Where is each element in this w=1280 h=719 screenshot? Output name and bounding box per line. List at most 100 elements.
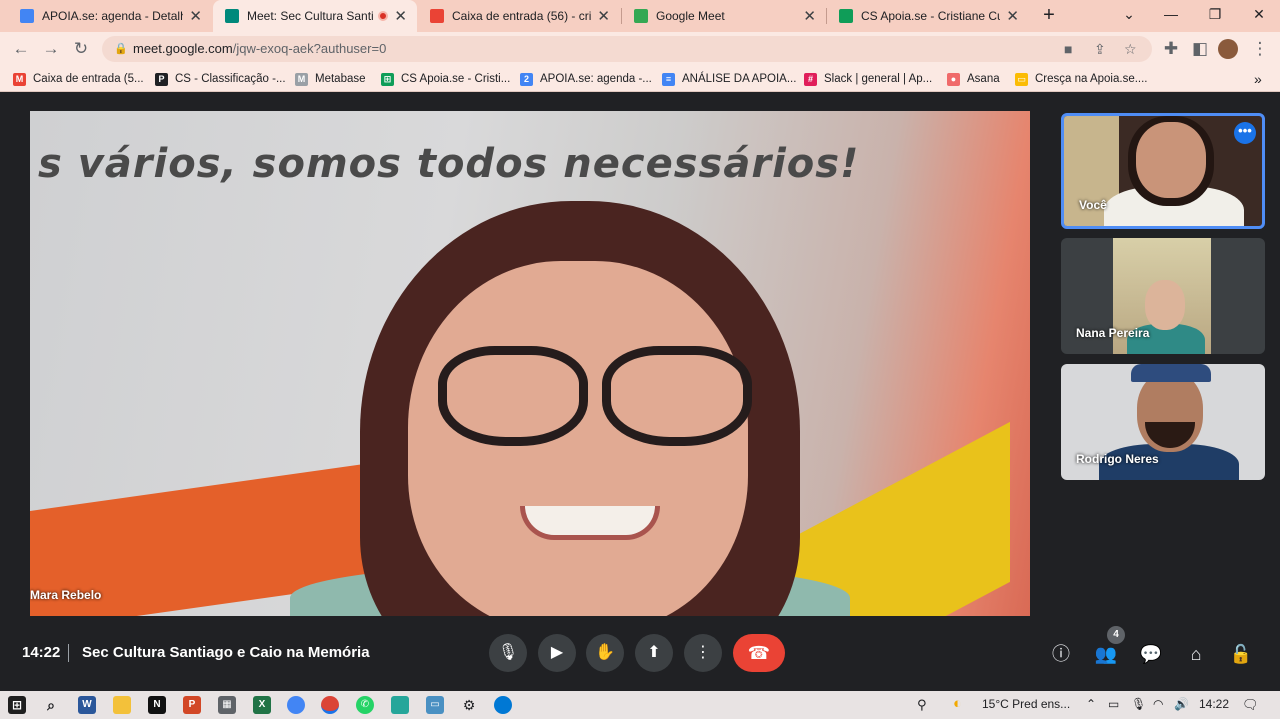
menu-icon[interactable]: ⋮ — [1249, 38, 1271, 60]
bookmarks-bar: M Caixa de entrada (5... P CS - Classifica… — [0, 66, 1280, 92]
more-options-icon[interactable]: ••• — [1234, 122, 1256, 144]
participant-tile-rodrigo[interactable]: Rodrigo Neres — [1061, 364, 1265, 480]
calendar-icon — [20, 9, 34, 23]
bookmark-label: Metabase — [315, 73, 366, 85]
bookmark-analise[interactable]: ≡ ANÁLISE DA APOIA... — [662, 71, 796, 87]
close-tab-icon[interactable]: ✕ — [394, 7, 407, 25]
share-icon[interactable]: ⇪ — [1094, 41, 1106, 58]
taskbar-clock[interactable]: 14:22 — [1199, 697, 1229, 711]
bookmark-metabase[interactable]: M Metabase — [295, 71, 366, 87]
tab-search-button[interactable]: ⌄ — [1107, 0, 1151, 30]
camera-in-use-icon[interactable]: ■ — [1064, 41, 1072, 57]
url-host: meet.google.com — [133, 41, 233, 56]
tab-google-meet[interactable]: Google Meet ✕ — [622, 0, 826, 32]
glasses-right — [602, 346, 752, 446]
main-video-tile[interactable]: s vários, somos todos necessários! Mara … — [30, 111, 1030, 616]
side-panel-icon[interactable]: ◧ — [1189, 38, 1211, 60]
excel-icon[interactable]: X — [253, 696, 271, 714]
more-options-button[interactable]: ⋮ — [684, 634, 722, 672]
notifications-icon[interactable]: 🗨 — [1242, 697, 1259, 713]
close-tab-icon[interactable]: ✕ — [189, 7, 202, 25]
whatsapp-icon[interactable]: ✆ — [356, 696, 374, 714]
chrome-active-icon[interactable] — [321, 696, 339, 714]
bookmark-star-icon[interactable]: ☆ — [1124, 41, 1137, 58]
weather-text[interactable]: 15°C Pred ens... — [982, 697, 1070, 711]
close-window-button[interactable]: ✕ — [1237, 0, 1280, 30]
calculator-icon[interactable]: ▦ — [218, 696, 236, 714]
more-vert-icon: ⋮ — [695, 644, 711, 661]
bookmark-label: ANÁLISE DA APOIA... — [682, 73, 797, 85]
participant-face — [1136, 122, 1206, 198]
bookmark-gmail[interactable]: M Caixa de entrada (5... — [13, 71, 144, 87]
url-text: meet.google.com/jqw-exoq-aek?authuser=0 — [133, 41, 386, 56]
forward-icon[interactable]: → — [40, 38, 62, 60]
asana-icon: ● — [947, 72, 960, 86]
file-explorer-icon[interactable] — [113, 696, 131, 714]
address-bar[interactable]: 🔒 meet.google.com/jqw-exoq-aek?authuser=… — [102, 36, 1152, 62]
profile-avatar[interactable] — [1218, 39, 1238, 59]
participant-tile-nana[interactable]: Nana Pereira — [1061, 238, 1265, 354]
lock-icon: 🔒 — [114, 43, 128, 55]
tab-apoia-agenda[interactable]: APOIA.se: agenda - Detalhes ✕ — [8, 0, 212, 32]
host-controls-icon[interactable]: 🔓 — [1229, 642, 1253, 666]
tab-gmail[interactable]: Caixa de entrada (56) - cristia ✕ — [418, 0, 620, 32]
word-icon[interactable]: W — [78, 696, 96, 714]
tab-cs-apoia[interactable]: CS Apoia.se - Cristiane Cuba ✕ — [827, 0, 1029, 32]
bookmark-cs-apoia[interactable]: ⊞ CS Apoia.se - Cristi... — [381, 71, 510, 87]
wifi-icon[interactable]: ◠ — [1153, 697, 1163, 711]
close-tab-icon[interactable]: ✕ — [597, 7, 610, 25]
search-icon[interactable]: ⌕ — [42, 696, 60, 714]
bookmark-asana[interactable]: ● Asana — [947, 71, 1000, 87]
participant-name: Rodrigo Neres — [1076, 452, 1159, 466]
minimize-button[interactable]: — — [1149, 0, 1193, 30]
calendar-icon: 2 — [520, 72, 533, 86]
people-taskbar-icon[interactable]: ⚲ — [917, 697, 927, 713]
extensions-icon[interactable]: ✚ — [1160, 38, 1182, 60]
bookmark-cresca[interactable]: ▭ Cresça na Apoia.se.... — [1015, 71, 1148, 87]
glasses-left — [438, 346, 588, 446]
meeting-clock: 14:22 — [22, 644, 61, 661]
self-video-tile[interactable]: ••• Você — [1061, 113, 1265, 229]
chrome-icon[interactable] — [287, 696, 305, 714]
bookmark-slack[interactable]: # Slack | general | Ap... — [804, 71, 932, 87]
microphone-button[interactable]: 🎙 — [489, 634, 527, 672]
edge-icon[interactable] — [494, 696, 512, 714]
maximize-button[interactable]: ❐ — [1193, 0, 1237, 30]
raise-hand-button[interactable]: ✋ — [586, 634, 624, 672]
bookmarks-overflow-button[interactable]: » — [1254, 71, 1262, 87]
tab-title: Meet: Sec Cultura Santiag — [247, 9, 375, 23]
bookmark-apoia-agenda[interactable]: 2 APOIA.se: agenda -... — [520, 71, 652, 87]
browser-toolbar: ← → ↻ 🔒 meet.google.com/jqw-exoq-aek?aut… — [0, 32, 1280, 66]
close-tab-icon[interactable]: ✕ — [803, 7, 816, 25]
battery-icon[interactable]: ▭ — [1108, 697, 1119, 711]
close-tab-icon[interactable]: ✕ — [1006, 7, 1019, 25]
camera-button[interactable]: ▶ — [538, 634, 576, 672]
camera-icon: ▶ — [550, 644, 564, 661]
app-icon[interactable] — [391, 696, 409, 714]
present-screen-button[interactable]: ⬆ — [635, 634, 673, 672]
new-tab-button[interactable]: + — [1038, 4, 1060, 28]
remote-desktop-icon[interactable]: ▭ — [426, 696, 444, 714]
activities-icon[interactable]: ⌂ — [1184, 642, 1208, 666]
netflix-icon[interactable]: N — [148, 696, 166, 714]
tab-meet[interactable]: Meet: Sec Cultura Santiag ✕ — [213, 0, 417, 32]
reload-icon[interactable]: ↻ — [70, 38, 92, 60]
chat-icon[interactable]: 💬 — [1139, 642, 1163, 666]
bookmark-cs-classificacao[interactable]: P CS - Classificação -... — [155, 71, 286, 87]
meeting-details-icon[interactable]: ⓘ — [1049, 642, 1073, 666]
hang-up-icon: ☎ — [747, 643, 771, 663]
bookmark-label: Asana — [967, 73, 1000, 85]
chevron-up-icon[interactable]: ⌃ — [1086, 697, 1096, 711]
gmail-icon — [430, 9, 444, 23]
volume-icon[interactable]: 🔊 — [1174, 697, 1189, 711]
back-icon[interactable]: ← — [10, 38, 32, 60]
powerpoint-icon[interactable]: P — [183, 696, 201, 714]
bookmark-label: Slack | general | Ap... — [824, 73, 933, 85]
leave-call-button[interactable]: ☎ — [733, 634, 785, 672]
settings-icon[interactable]: ⚙ — [460, 696, 478, 714]
microphone-tray-icon[interactable]: 🎙 — [1131, 697, 1146, 711]
people-icon[interactable]: 👥 — [1094, 642, 1118, 666]
participant-smile — [520, 506, 660, 540]
windows-start-icon[interactable]: ⊞ — [8, 696, 26, 714]
metabase-icon: M — [295, 72, 308, 86]
